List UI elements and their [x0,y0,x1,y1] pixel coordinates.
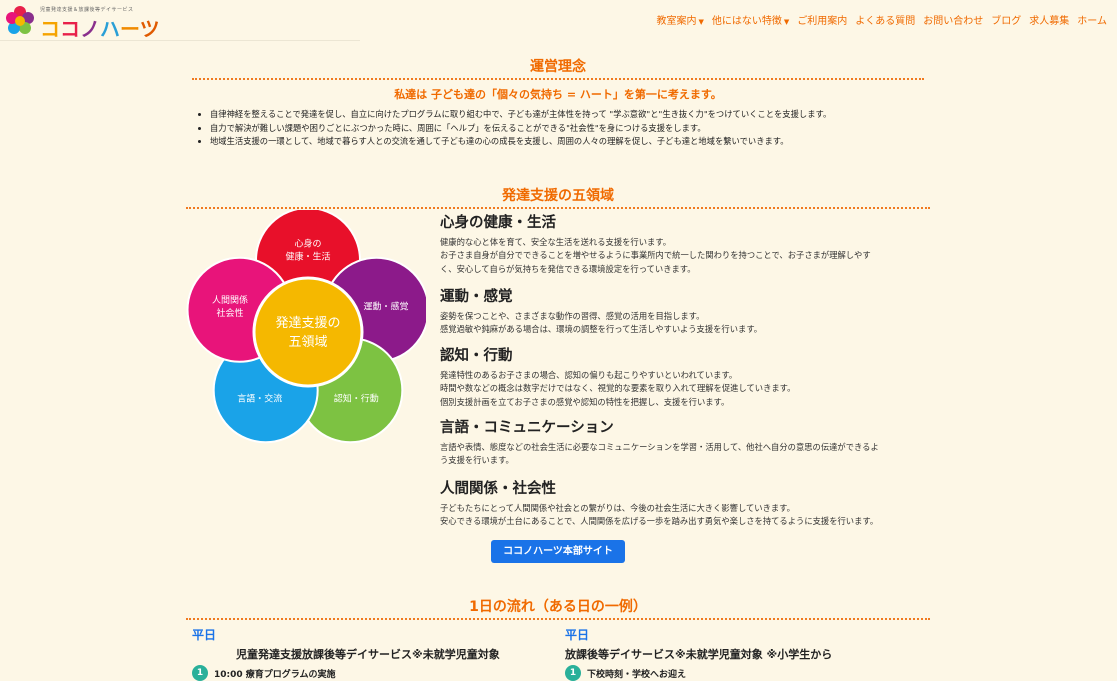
domain-relationships-sociality: 人間関係・社会性 子どもたちにとって人間関係や社会との繋がりは、今後の社会生活に… [440,478,878,529]
logo-char: ノ [80,17,100,41]
domain-title: 言語・コミュニケーション [440,420,614,436]
nav-item-1[interactable]: 他にはない特徴 ▼ [712,12,789,27]
nav-item-3[interactable]: よくある質問 [855,12,915,27]
five-domains-divider [186,207,930,209]
nav-item-7[interactable]: ホーム [1077,12,1107,27]
nav-label: よくある質問 [855,16,916,27]
site-logo[interactable]: 児童発達支援＆放課後等デイサービス ココノハーツ [4,4,160,41]
nav-label: ご利用案内 [797,16,848,27]
step-number: 1 [192,665,208,681]
petal-label: 運動・感覚 [363,301,408,313]
logo-char: コ [60,17,80,41]
weekday-subtitle-right: 放課後等デイサービス※未就学児童対象 ※小学生から [565,648,833,661]
nav-label: お問い合わせ [923,16,984,27]
logo-wordmark: ココノハーツ [40,13,160,42]
nav-label: ホーム [1077,16,1107,27]
flow-step-left: 1 10:00 療育プログラムの実施 [192,665,336,681]
nav-item-0[interactable]: 教室案内 ▼ [657,12,704,27]
center-label: 発達支援の [275,316,340,331]
nav-label: 求人募集 [1029,16,1070,27]
domain-health-life: 心身の健康・生活 健康的な心と体を育て、安全な生活を送れる支援を行います。 お子さ… [440,212,871,276]
flow-step-right: 1 下校時刻・学校へお迎え [565,665,686,681]
main-nav: 教室案内 ▼ 他にはない特徴 ▼ ご利用案内 よくある質問 お問い合わせ ブログ 求人募集 ホーム [649,12,1107,27]
logo-tagline: 児童発達支援＆放課後等デイサービス [40,7,134,13]
philosophy-divider [192,78,924,80]
philosophy-bullet: 地域生活支援の一環として、地域で暮らす人との交流を通して子ども達の心の成長を支援… [210,135,930,149]
flower-logo-icon [6,6,34,34]
domain-text: 発達特性のあるお子さまの場合、認知の偏りも起こりやすいといわれています。 時間や数… [440,370,796,407]
mission-statement: 私達は 子ども達の「個々の気持ち = ハート」を第一に考えます。 [394,88,722,101]
header-divider [0,40,360,41]
step-text: 下校時刻・学校へお迎え [587,669,687,680]
domain-motor-sensory: 運動・感覚 姿勢を保つことや、さまざまな動作の習得、感覚の活用を目指します。 感覚… [440,286,762,337]
domain-title: 運動・感覚 [440,289,513,305]
petal-label: 人間関係 [212,295,248,306]
weekday-subtitle-left: 児童発達支援放課後等デイサービス※未就学児童対象 [236,648,500,661]
chevron-down-icon: ▼ [698,18,704,26]
step-text: 10:00 療育プログラムの実施 [214,669,336,680]
daily-flow-divider [186,618,930,620]
domain-cognition-behavior: 認知・行動 発達特性のあるお子さまの場合、認知の偏りも起こりやすいといわれていま… [440,345,795,409]
philosophy-bullet: 自力で解決が難しい課題や困りごとにぶつかった時に、周囲に「ヘルプ」を伝えることが… [210,122,930,136]
domain-text: 健康的な心と体を育て、安全な生活を送れる支援を行います。 お子さま自身が自分ででき… [440,237,871,274]
chevron-down-icon: ▼ [783,18,790,26]
petal-label: 認知・行動 [334,392,379,404]
step-number: 1 [565,665,581,681]
five-domains-diagram: 心身の健康・生活運動・感覚認知・行動 言語・交流 人間関係社会性発達支援の五領域 [186,210,426,444]
petal-label: 心身の [294,238,321,250]
domain-language-communication: 言語・コミュニケーション 言語や表情、態度などの社会生活に必要なコミュニケーショ… [440,417,879,468]
nav-item-6[interactable]: 求人募集 [1029,12,1069,27]
domain-text: 子どもたちにとって人間関係や社会との繋がりは、今後の社会生活に大きく影響していき… [440,503,879,527]
nav-item-5[interactable]: ブログ [991,12,1021,27]
domain-title: 認知・行動 [440,348,513,364]
center-label: 五領域 [288,334,327,350]
logo-char: ハ [100,17,120,41]
petal-label: 社会性 [217,307,244,319]
nav-label: ブログ [991,16,1022,27]
domain-text: 姿勢を保つことや、さまざまな動作の習得、感覚の活用を目指します。 感覚過敏や鈍麻が… [440,311,763,335]
nav-item-4[interactable]: お問い合わせ [923,12,983,27]
philosophy-bullets: 自律神経を整えることで発達を促し、自立に向けたプログラムに取り組む中で、子ども達… [200,108,930,149]
philosophy-title: 運営理念 [530,59,586,75]
petal-label: 言語・交流 [237,392,282,404]
logo-char: ー [120,17,140,41]
five-domains-title: 発達支援の五領域 [502,188,614,204]
logo-char: ツ [139,17,160,41]
hq-site-button[interactable]: ココノハーツ本部サイト [491,540,625,563]
weekday-heading-right: 平日 [565,628,590,642]
daily-flow-title: 1日の流れ（ある日の一例） [469,599,647,615]
logo-char: コ [40,17,60,41]
philosophy-bullet: 自律神経を整えることで発達を促し、自立に向けたプログラムに取り組む中で、子ども達… [210,108,930,122]
domain-title: 心身の健康・生活 [440,215,556,231]
domain-title: 人間関係・社会性 [440,481,556,497]
nav-item-2[interactable]: ご利用案内 [797,12,847,27]
nav-label: 他にはない特徴 [711,16,782,27]
petal-label: 健康・生活 [285,251,330,263]
nav-label: 教室案内 [656,16,697,27]
flower-center: 発達支援の五領域 [252,276,364,388]
domain-text: 言語や表情、態度などの社会生活に必要なコミュニケーションを学習・活用して、他社へ… [440,442,879,466]
weekday-heading-left: 平日 [192,628,217,642]
